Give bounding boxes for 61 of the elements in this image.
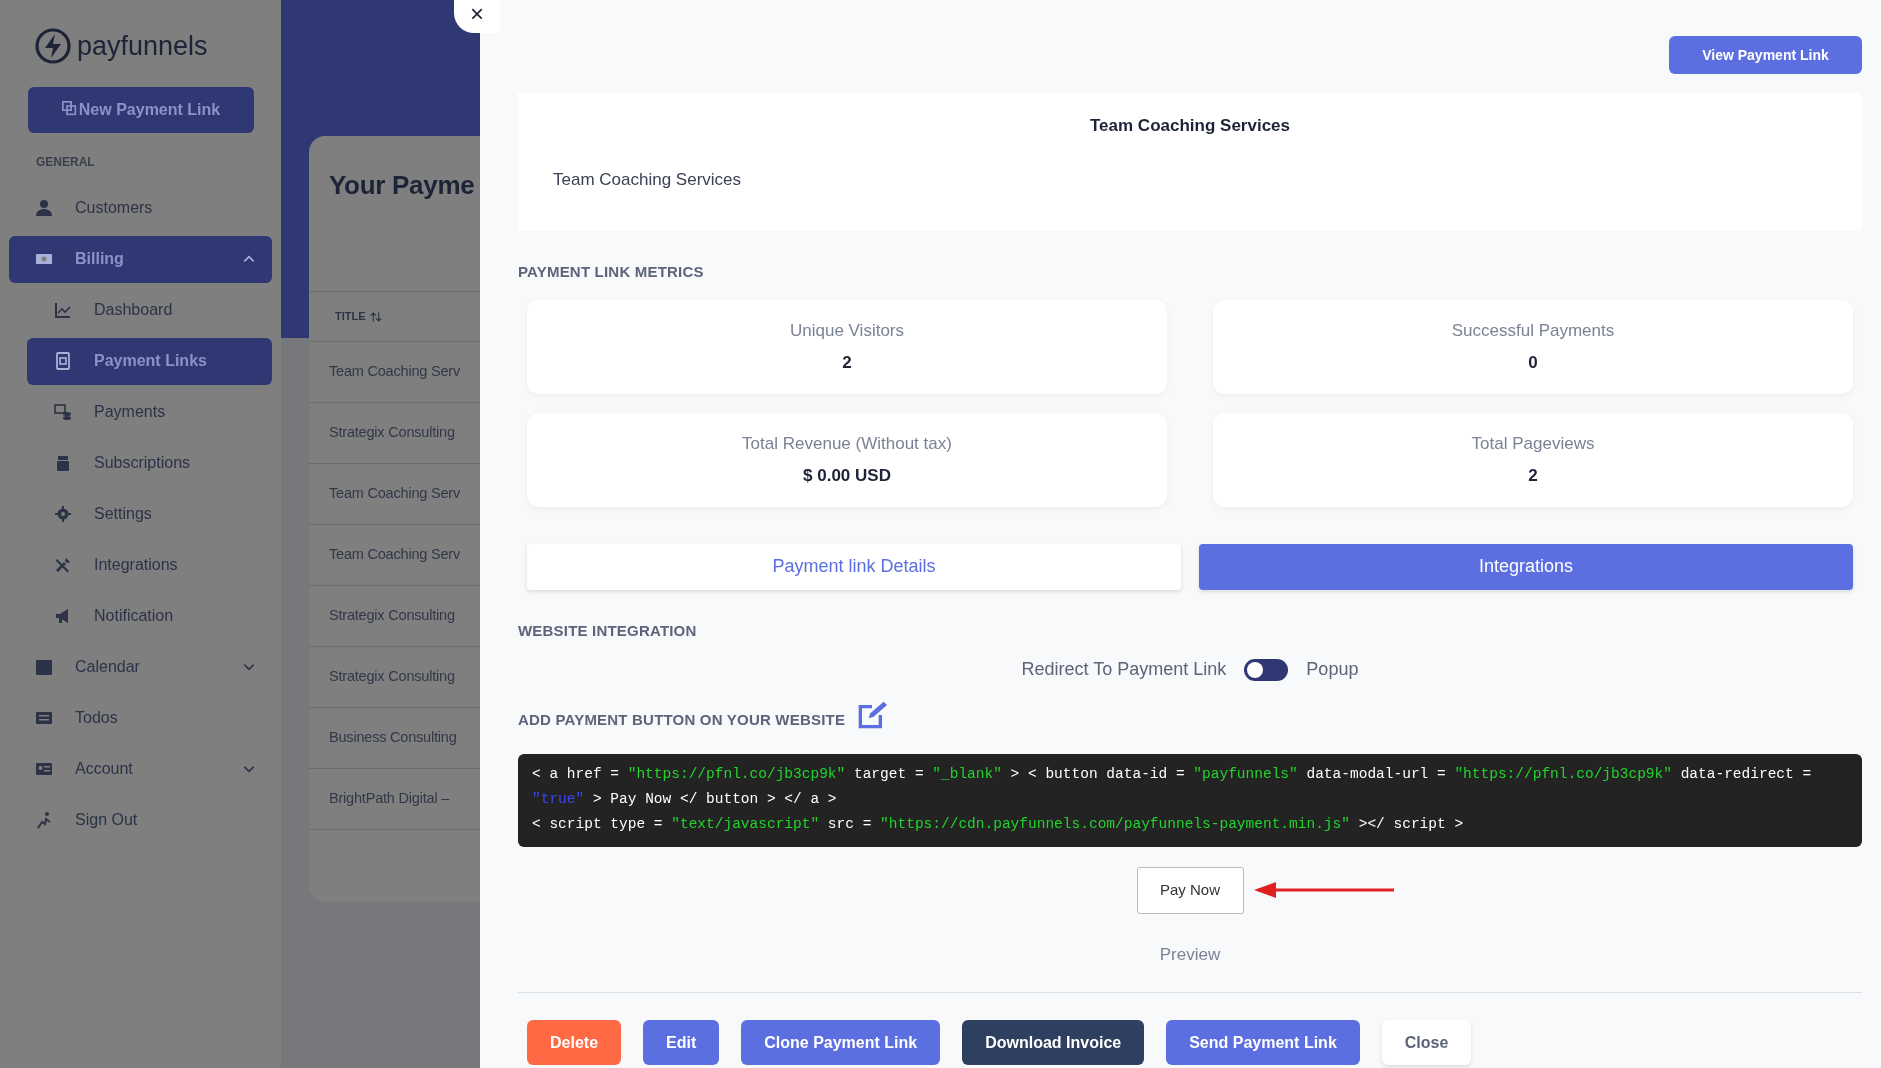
toggle-label: Popup bbox=[1306, 658, 1359, 681]
menu-icon bbox=[54, 403, 72, 421]
sidebar-item[interactable]: Account bbox=[9, 745, 272, 793]
sidebar-item[interactable]: Sign Out bbox=[9, 796, 272, 844]
sidebar-item[interactable]: Settings bbox=[27, 490, 272, 538]
metric-value: 2 bbox=[1528, 464, 1538, 487]
action-button[interactable]: Delete bbox=[527, 1020, 622, 1065]
sidebar-item[interactable]: Calendar bbox=[9, 643, 272, 691]
close-button[interactable]: × bbox=[454, 0, 500, 33]
code-line: < script type = "text/javascript" src = "https://cdn.payfunnels.com/payfunnels-payment.min.js" ></ script > bbox=[532, 814, 1465, 834]
sidebar-item[interactable]: Billing bbox=[9, 235, 272, 283]
section-heading: WEBSITE INTEGRATION bbox=[518, 620, 698, 641]
sort-icon bbox=[368, 310, 383, 323]
toggle-label: Redirect To Payment Link bbox=[1021, 658, 1227, 681]
tab[interactable]: Integrations bbox=[1199, 543, 1853, 590]
menu-icon bbox=[54, 301, 72, 319]
preview-label: Preview bbox=[1158, 943, 1222, 966]
menu-icon bbox=[35, 811, 53, 829]
sidebar-item[interactable]: Subscriptions bbox=[27, 439, 272, 487]
metric-value: 2 bbox=[842, 351, 852, 374]
copy-icon bbox=[61, 100, 77, 116]
menu-icon bbox=[35, 199, 53, 217]
metric-label: Total Revenue (Without tax) bbox=[742, 433, 952, 455]
menu-icon bbox=[54, 454, 72, 472]
action-button[interactable]: Download Invoice bbox=[962, 1020, 1145, 1065]
section-heading: PAYMENT LINK METRICS bbox=[518, 262, 705, 282]
sidebar-item[interactable]: Notification bbox=[27, 592, 272, 640]
tab[interactable]: Payment link Details bbox=[527, 543, 1181, 590]
sidebar-item[interactable]: Payments bbox=[27, 388, 272, 436]
new-payment-link-button[interactable]: New Payment Link bbox=[28, 86, 254, 133]
action-button[interactable]: Edit bbox=[643, 1020, 720, 1065]
sidebar-item[interactable]: Integrations bbox=[27, 541, 272, 589]
metric-label: Unique Visitors bbox=[790, 320, 904, 342]
section-heading: GENERAL bbox=[36, 153, 96, 171]
menu-icon bbox=[35, 760, 53, 778]
metric-value: $ 0.00 USD bbox=[803, 464, 891, 487]
action-button[interactable]: Close bbox=[1381, 1020, 1472, 1065]
menu-icon bbox=[54, 505, 72, 523]
sidebar-item[interactable]: Customers bbox=[9, 184, 272, 232]
sidebar-item[interactable]: Todos bbox=[9, 694, 272, 742]
link-description: Team Coaching Services bbox=[553, 168, 743, 191]
sidebar-item[interactable]: Dashboard bbox=[27, 286, 272, 334]
edit-icon bbox=[857, 700, 888, 731]
menu-icon bbox=[54, 556, 72, 574]
metric-label: Total Pageviews bbox=[1471, 433, 1595, 455]
pay-now-button[interactable]: Pay Now bbox=[1136, 866, 1244, 914]
metric-value: 0 bbox=[1528, 351, 1538, 374]
menu-icon bbox=[35, 709, 53, 727]
menu-icon bbox=[35, 658, 53, 676]
section-heading: ADD PAYMENT BUTTON ON YOUR WEBSITE bbox=[518, 710, 846, 730]
action-button[interactable]: Clone Payment Link bbox=[741, 1020, 941, 1065]
brand-name: payfunnels bbox=[77, 30, 208, 63]
page-title: Your Payme bbox=[329, 169, 476, 202]
toggle-switch[interactable] bbox=[1244, 658, 1289, 681]
link-title: Team Coaching Services bbox=[1089, 115, 1291, 137]
action-button[interactable]: Send Payment Link bbox=[1166, 1020, 1360, 1065]
view-payment-link-button[interactable]: View Payment Link bbox=[1669, 36, 1862, 74]
sidebar-item[interactable]: Payment Links bbox=[27, 337, 272, 385]
menu-icon bbox=[54, 352, 72, 370]
metric-label: Successful Payments bbox=[1451, 320, 1615, 342]
logo-icon bbox=[35, 28, 71, 65]
